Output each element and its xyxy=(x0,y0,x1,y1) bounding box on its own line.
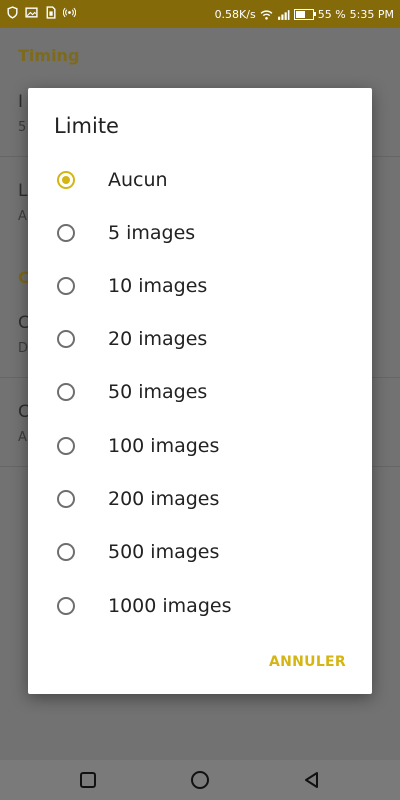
shield-icon xyxy=(7,6,18,19)
option-50-images[interactable]: 50 images xyxy=(28,365,372,418)
setting-row-subtitle: 5 xyxy=(18,120,27,135)
sim-icon xyxy=(46,6,56,19)
setting-row-subtitle: A xyxy=(18,209,27,224)
navigation-bar xyxy=(0,760,400,800)
option-10-images[interactable]: 10 images xyxy=(28,259,372,312)
status-icons-left xyxy=(6,6,76,19)
radio-button-selected[interactable] xyxy=(57,170,75,189)
option-label: 200 images xyxy=(108,487,220,510)
status-bar: 0.58K/s 55 % 5:35 PM xyxy=(0,0,400,28)
battery-icon xyxy=(293,8,316,20)
option-200-images[interactable]: 200 images xyxy=(28,472,372,525)
option-label: 50 images xyxy=(108,380,208,403)
back-icon[interactable] xyxy=(302,770,322,790)
option-aucun[interactable]: Aucun xyxy=(28,153,372,206)
radio-button[interactable] xyxy=(57,489,75,508)
radio-button[interactable] xyxy=(57,382,75,401)
radio-button[interactable] xyxy=(57,223,75,242)
status-icons-right: 0.58K/s 55 % 5:35 PM xyxy=(215,0,394,28)
limit-dialog: Limite Aucun 5 images 10 images 20 image… xyxy=(28,88,372,694)
home-icon[interactable] xyxy=(190,770,210,790)
setting-row-subtitle: D xyxy=(18,341,29,356)
image-icon xyxy=(25,7,38,18)
radio-button[interactable] xyxy=(57,542,75,561)
setting-row-title: I xyxy=(18,92,24,112)
option-20-images[interactable]: 20 images xyxy=(28,312,372,365)
option-label: 5 images xyxy=(108,221,196,244)
option-label: 100 images xyxy=(108,434,220,457)
radio-button[interactable] xyxy=(57,329,75,348)
setting-row-subtitle: A xyxy=(18,430,27,445)
recents-icon[interactable] xyxy=(78,770,98,790)
option-label: 20 images xyxy=(108,327,208,350)
option-100-images[interactable]: 100 images xyxy=(28,419,372,472)
cancel-button[interactable]: ANNULER xyxy=(269,654,346,670)
radio-button[interactable] xyxy=(57,276,75,295)
wifi-icon xyxy=(260,9,273,20)
option-5-images[interactable]: 5 images xyxy=(28,206,372,259)
signal-icon xyxy=(277,9,290,20)
radio-button[interactable] xyxy=(57,436,75,455)
option-label: 1000 images xyxy=(108,594,232,617)
broadcast-icon xyxy=(63,7,76,18)
dialog-title: Limite xyxy=(54,114,119,138)
network-speed: 0.58K/s xyxy=(214,7,256,21)
option-label: 500 images xyxy=(108,540,220,563)
option-label: 10 images xyxy=(108,274,208,297)
section-header-timing: Timing xyxy=(18,46,80,65)
battery-percent: 55 % xyxy=(317,7,346,21)
option-500-images[interactable]: 500 images xyxy=(28,525,372,578)
setting-row-title: L xyxy=(18,181,28,201)
radio-button[interactable] xyxy=(57,596,75,615)
option-label: Aucun xyxy=(108,168,168,191)
battery-fill xyxy=(295,10,305,18)
option-1000-images[interactable]: 1000 images xyxy=(28,579,372,632)
clock: 5:35 PM xyxy=(349,7,394,21)
